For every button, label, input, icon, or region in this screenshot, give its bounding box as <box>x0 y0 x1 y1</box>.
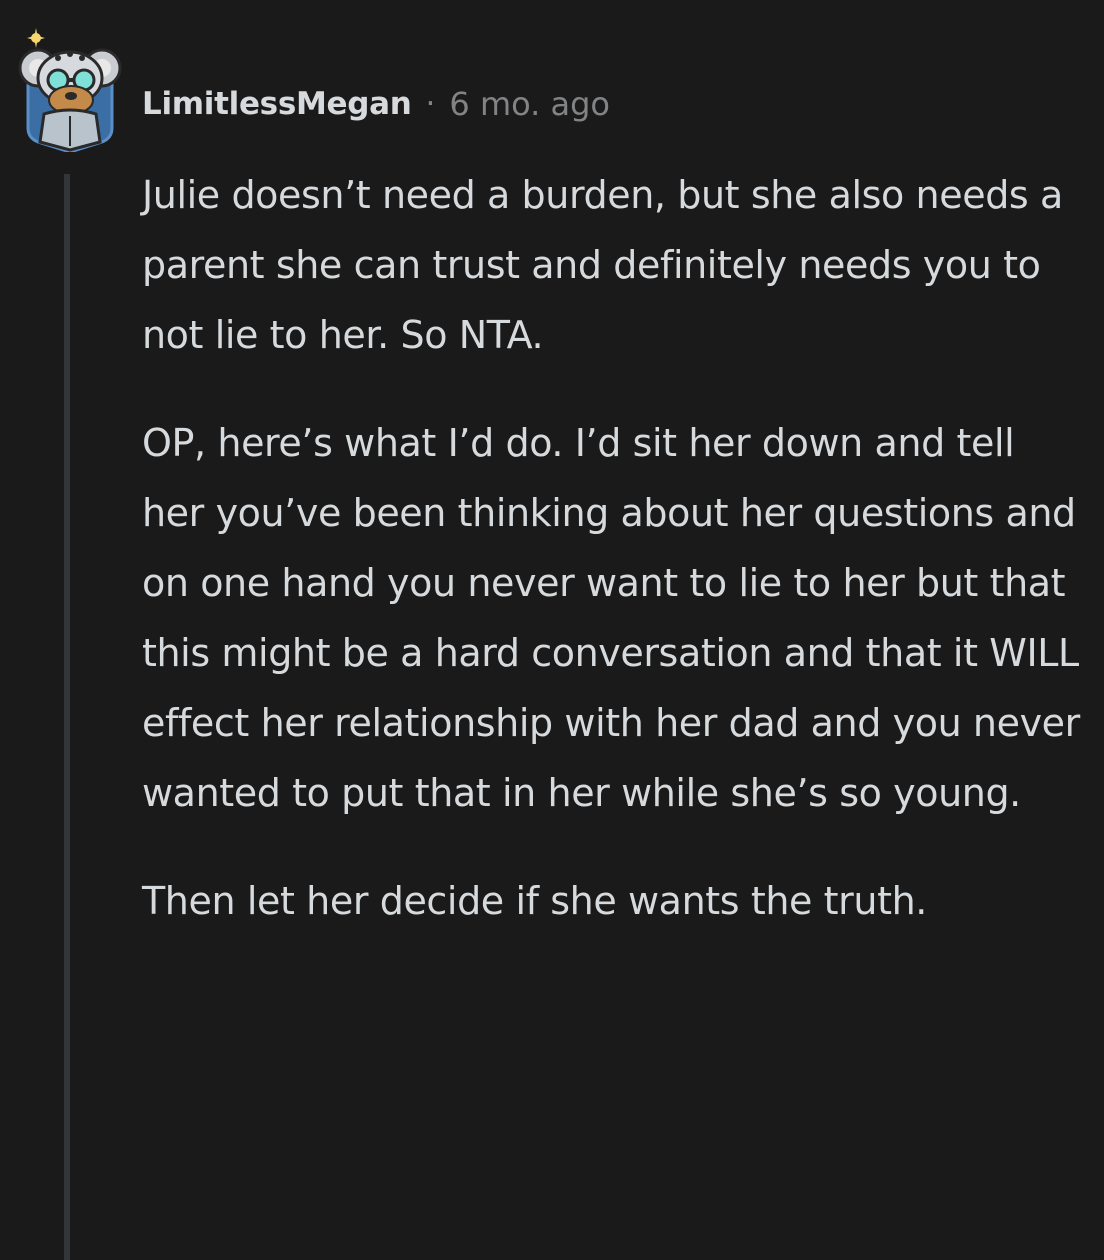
timestamp-link[interactable]: 6 mo. ago <box>449 85 610 123</box>
thread-collapse-line[interactable] <box>64 174 70 1260</box>
meta-separator: · <box>425 86 436 122</box>
avatar[interactable] <box>18 28 122 152</box>
comment-paragraph: Julie doesn’t need a burden, but she als… <box>142 173 1063 357</box>
comment-paragraph: Then let her decide if she wants the tru… <box>142 879 927 923</box>
username-link[interactable]: LimitlessMegan <box>142 86 412 122</box>
comment-paragraph: OP, here’s what I’d do. I’d sit her down… <box>142 421 1080 815</box>
comment-body: Julie doesn’t need a burden, but she als… <box>142 160 1082 974</box>
comment: LimitlessMegan · 6 mo. ago Julie doesn’t… <box>0 0 1104 1260</box>
koala-avatar-icon <box>18 28 122 152</box>
comment-meta: LimitlessMegan · 6 mo. ago <box>142 80 610 128</box>
sparkle-icon <box>27 28 45 48</box>
